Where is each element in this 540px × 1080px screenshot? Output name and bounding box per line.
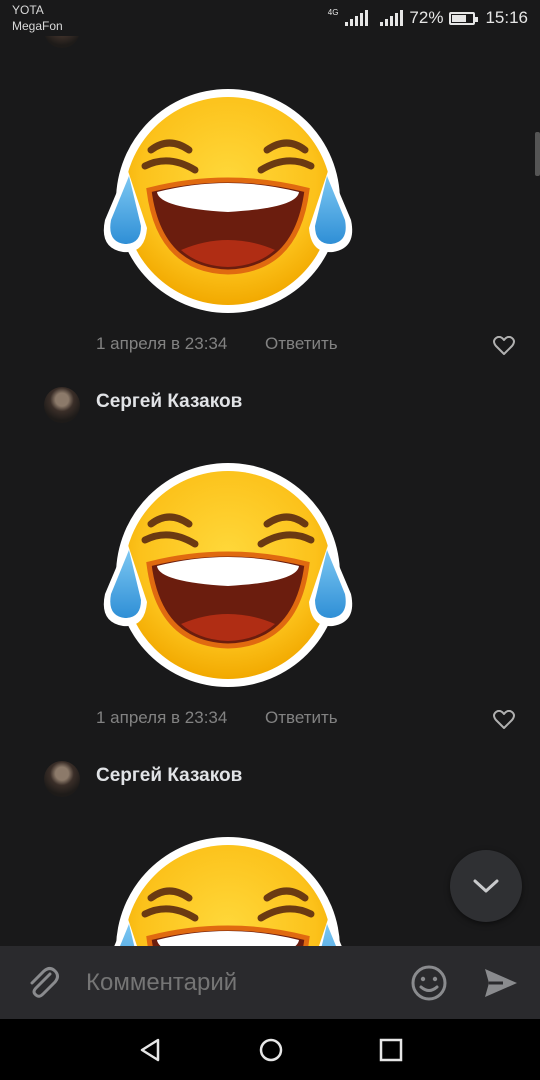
tears-of-joy-sticker	[97, 828, 359, 946]
system-nav-bar	[0, 1019, 540, 1080]
comments-feed[interactable]: 1 апреля в 23:34 Ответить Сергей Казаков…	[0, 36, 540, 946]
signal-icon	[345, 10, 369, 26]
send-icon[interactable]	[481, 963, 521, 1003]
comment-composer	[0, 946, 540, 1019]
battery-icon	[449, 11, 479, 25]
nav-home-icon[interactable]	[257, 1036, 285, 1064]
comment-timestamp: 1 апреля в 23:34	[96, 708, 228, 727]
reply-button[interactable]: Ответить	[265, 708, 338, 728]
avatar[interactable]	[44, 36, 80, 48]
comment-author[interactable]: Сергей Казаков	[96, 765, 242, 787]
reply-button[interactable]: Ответить	[265, 334, 338, 354]
signal-icon-2	[380, 10, 404, 26]
comment-timestamp: 1 апреля в 23:34	[96, 334, 228, 353]
avatar[interactable]	[44, 387, 80, 423]
comment-input[interactable]	[86, 964, 386, 1002]
carrier-yota: YOTA	[12, 3, 44, 17]
smile-icon[interactable]	[409, 963, 449, 1003]
avatar[interactable]	[44, 761, 80, 797]
chevron-down-icon	[473, 879, 499, 893]
comment-author[interactable]: Сергей Казаков	[96, 391, 242, 413]
paperclip-icon[interactable]	[24, 964, 62, 1002]
nav-back-icon[interactable]	[136, 1036, 164, 1064]
tears-of-joy-sticker	[97, 454, 359, 696]
nav-recent-apps-icon[interactable]	[377, 1036, 405, 1064]
scroll-down-button[interactable]	[450, 850, 522, 922]
network-type: 4G	[327, 7, 339, 17]
clock: 15:16	[485, 8, 528, 27]
status-bar: YOTA MegaFon 4G 72% 15:16	[0, 0, 540, 36]
carrier-megafon: MegaFon	[12, 19, 63, 33]
tears-of-joy-sticker	[97, 80, 359, 322]
heart-outline-icon[interactable]	[493, 336, 515, 356]
battery-percent: 72%	[409, 8, 444, 27]
scrollbar-thumb[interactable]	[535, 132, 540, 176]
status-icons: 4G 72% 15:16	[328, 7, 528, 29]
heart-outline-icon[interactable]	[493, 710, 515, 730]
